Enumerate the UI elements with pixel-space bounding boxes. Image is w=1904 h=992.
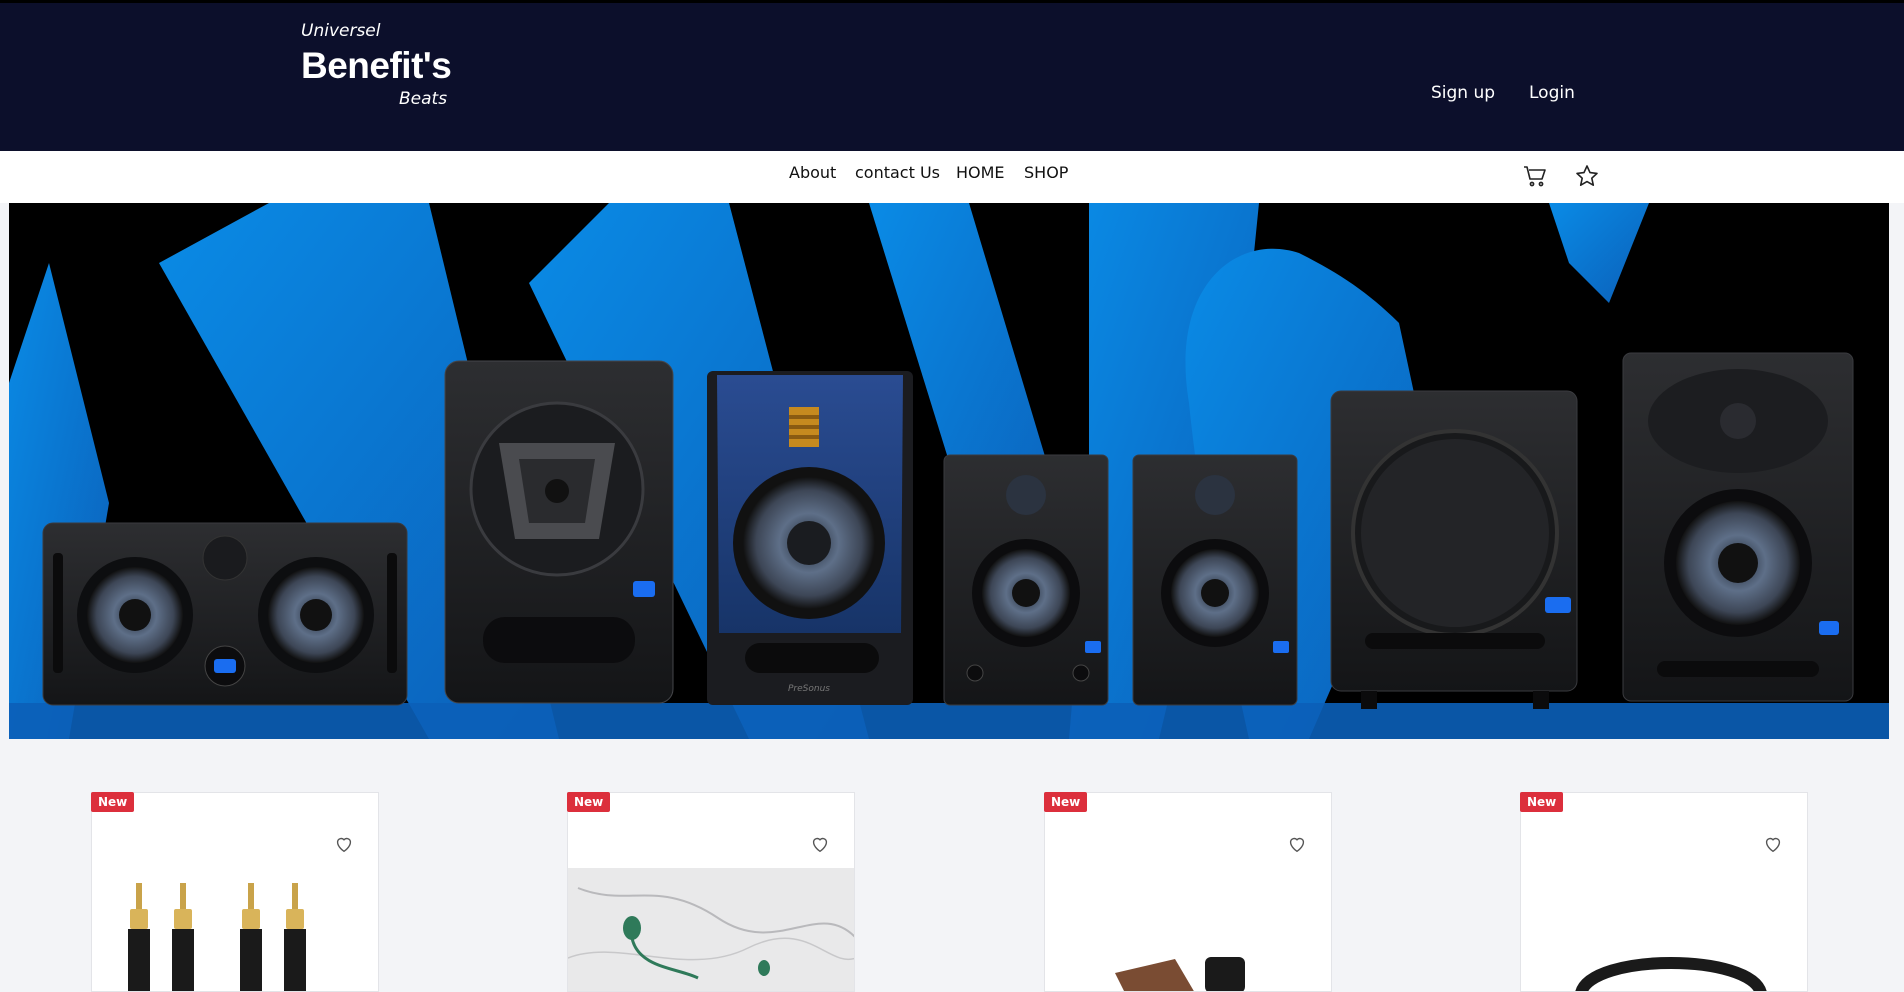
heart-icon[interactable] (1286, 833, 1308, 855)
new-badge: New (567, 792, 611, 812)
nav-contact[interactable]: contact Us (855, 163, 940, 182)
login-link[interactable]: Login (1529, 83, 1575, 103)
product-card[interactable] (91, 792, 379, 992)
nav-home[interactable]: HOME (956, 163, 1005, 182)
heart-icon[interactable] (1762, 833, 1784, 855)
product-card[interactable] (1044, 792, 1332, 992)
cart-icon[interactable] (1522, 163, 1548, 189)
top-header: Universel Benefit's Beats Sign up Login (0, 0, 1904, 151)
nav-about[interactable]: About (789, 163, 836, 182)
logo-top-text: Universel (301, 21, 381, 41)
product-image (128, 883, 306, 991)
signup-link[interactable]: Sign up (1431, 83, 1495, 103)
product-card[interactable] (1520, 792, 1808, 992)
new-badge: New (1044, 792, 1088, 812)
product-card[interactable] (567, 792, 855, 992)
heart-icon[interactable] (809, 833, 831, 855)
main-nav: About contact Us HOME SHOP (0, 151, 1904, 203)
hero-brand-text: PreSonus (788, 684, 830, 694)
new-badge: New (1520, 792, 1564, 812)
new-badge: New (91, 792, 135, 812)
nav-shop[interactable]: SHOP (1024, 163, 1068, 182)
heart-icon[interactable] (333, 833, 355, 855)
star-icon[interactable] (1574, 163, 1600, 189)
product-image (1115, 957, 1245, 991)
logo-main-text: Benefit's (301, 45, 452, 86)
hero-banner: PreSonus (9, 203, 1889, 739)
product-image (1575, 957, 1767, 991)
site-logo[interactable]: Universel Benefit's Beats (301, 21, 452, 109)
speakers-banner-image: PreSonus (9, 203, 1889, 739)
product-image (568, 868, 854, 991)
logo-sub-text: Beats (399, 89, 448, 109)
